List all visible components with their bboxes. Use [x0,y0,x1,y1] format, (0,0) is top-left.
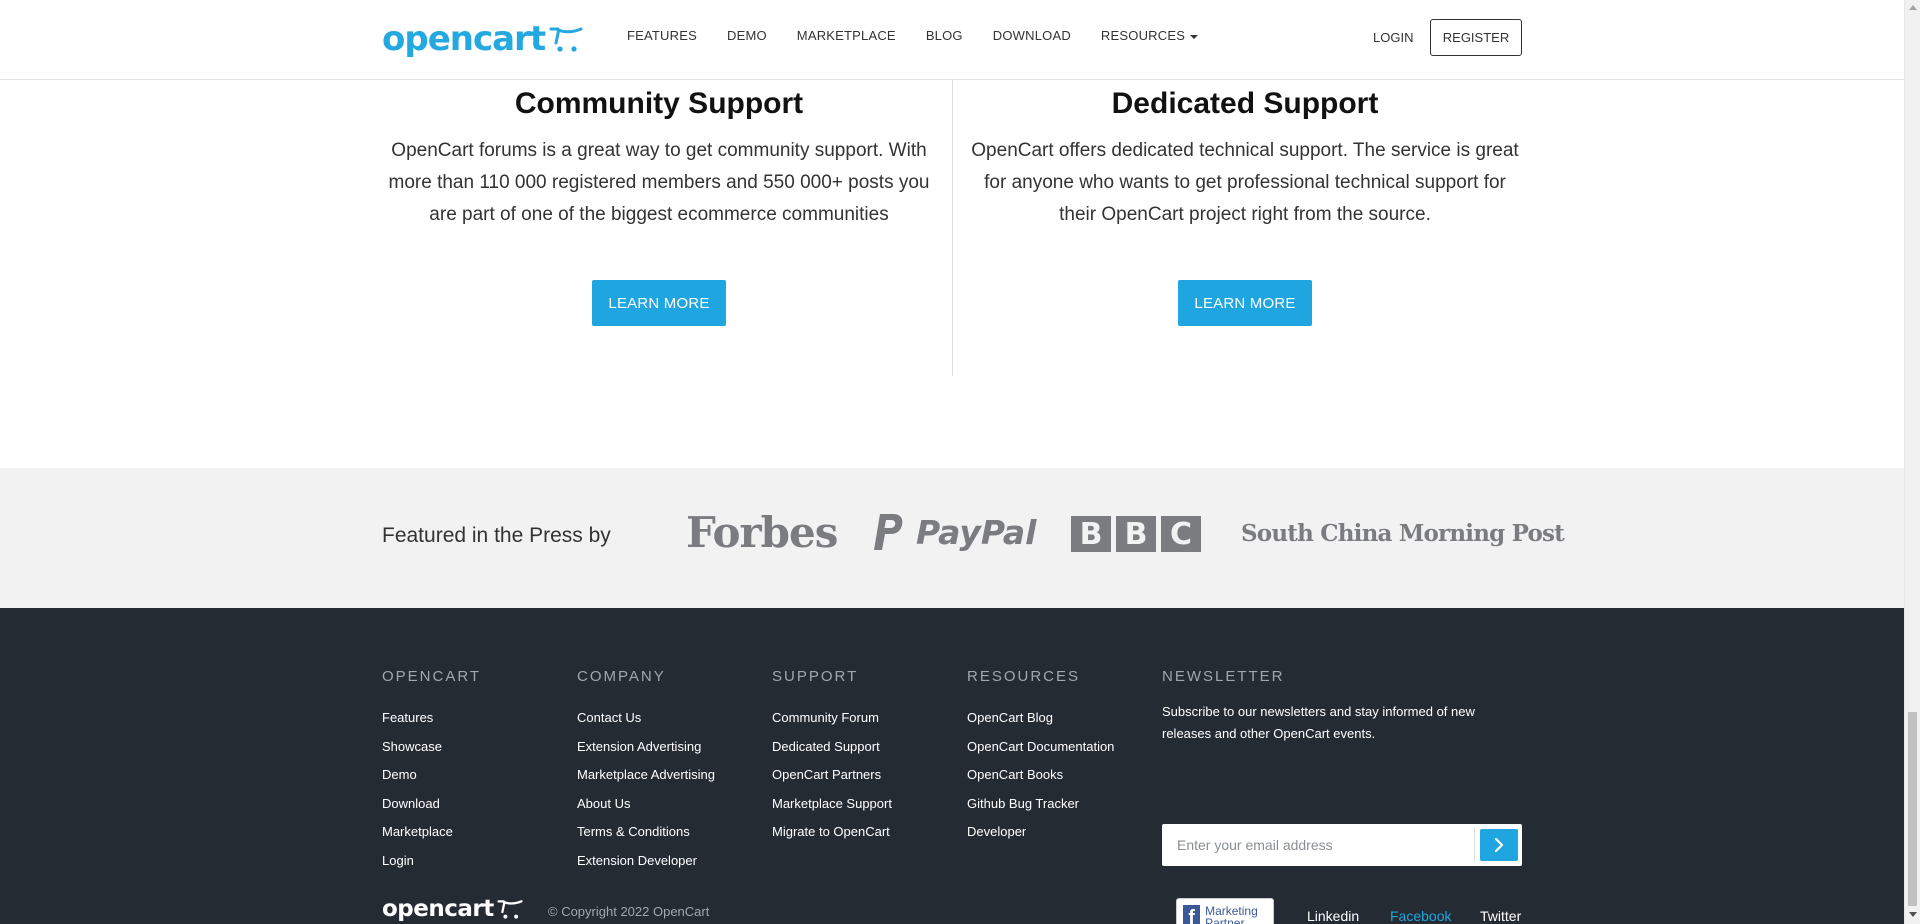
press-label: Featured in the Press by [382,524,611,547]
nav-demo[interactable]: DEMO [727,28,767,43]
paypal-p-icon [874,514,903,550]
footer-heading: SUPPORT [772,668,859,685]
copyright-text: © Copyright 2022 OpenCart [548,904,710,919]
caret-down-icon [1190,34,1199,39]
facebook-link[interactable]: Facebook [1390,908,1451,924]
footer-heading: RESOURCES [967,668,1081,685]
dedicated-support-text: OpenCart offers dedicated technical supp… [971,140,1519,225]
newsletter-form [1162,824,1522,866]
footer-link[interactable]: OpenCart Documentation [967,733,1114,762]
newsletter-input-separator [1474,828,1475,862]
footer-link[interactable]: Dedicated Support [772,733,892,762]
newsletter-description: Subscribe to our newsletters and stay in… [1162,704,1475,741]
footer-link[interactable]: Extension Developer [577,847,715,876]
footer-link[interactable]: Login [382,847,481,876]
bbc-logo: B B C [1071,516,1201,552]
footer-link[interactable]: Developer [967,818,1114,847]
community-support-title: Community Support [514,87,804,120]
community-support-section: Community Support OpenCart forums is a g… [366,80,952,326]
press-section: Featured in the Press by Forbes PayPal B… [0,468,1904,608]
nav-resources-label: RESOURCES [1100,28,1186,43]
nav-download[interactable]: DOWNLOAD [993,28,1071,43]
community-support-text: OpenCart forums is a great way to get co… [388,140,930,225]
footer-col-company: COMPANY Contact Us Extension Advertising… [577,668,715,876]
footer-link[interactable]: Showcase [382,733,481,762]
footer-col-opencart: OPENCART Features Showcase Demo Download… [382,668,481,876]
site-footer: OPENCART Features Showcase Demo Download… [0,608,1904,924]
main-nav: FEATURES DEMO MARKETPLACE BLOG DOWNLOAD … [627,28,1199,43]
footer-link[interactable]: Community Forum [772,704,892,733]
bbc-logo-letter-b1: B [1071,516,1111,552]
footer-link[interactable]: Terms & Conditions [577,818,715,847]
bbc-logo-letter-c: C [1161,516,1201,552]
footer-opencart-logo[interactable]: opencart [382,896,523,922]
dedicated-support-title: Dedicated Support [1111,87,1379,120]
nav-marketplace[interactable]: MARKETPLACE [797,28,896,43]
register-button[interactable]: REGISTER [1430,19,1522,56]
scrollbar-thumb[interactable] [1908,712,1917,906]
footer-link[interactable]: Github Bug Tracker [967,790,1114,819]
paypal-logo: PayPal [872,512,1037,552]
cart-icon [549,27,583,52]
footer-link[interactable]: Migrate to OpenCart [772,818,892,847]
nav-resources-dropdown[interactable]: RESOURCES [1100,28,1199,43]
footer-col-resources: RESOURCES OpenCart Blog OpenCart Documen… [967,668,1114,847]
cart-icon [497,900,523,919]
footer-heading: COMPANY [577,668,666,685]
facebook-icon: f [1183,905,1201,924]
fb-badge-text: Marketing Partner [1205,904,1258,924]
footer-link[interactable]: Marketplace Advertising [577,761,715,790]
footer-link[interactable]: Download [382,790,481,819]
footer-col-support: SUPPORT Community Forum Dedicated Suppor… [772,668,892,847]
footer-link[interactable]: OpenCart Blog [967,704,1114,733]
scroll-up-arrow-icon[interactable] [1909,5,1917,10]
forbes-logo: Forbes [686,508,838,557]
chevron-right-icon [1494,838,1504,852]
footer-link[interactable]: OpenCart Books [967,761,1114,790]
footer-link[interactable]: Marketplace Support [772,790,892,819]
dedicated-support-section: Dedicated Support OpenCart offers dedica… [952,80,1538,326]
footer-col-newsletter: NEWSLETTER Subscribe to our newsletters … [1162,668,1522,866]
top-navbar: opencart FEATURES DEMO MARKETPLACE BLOG … [0,0,1904,80]
linkedin-link[interactable]: Linkedin [1307,908,1359,924]
dedicated-learn-more-button[interactable]: LEARN MORE [1178,280,1312,326]
nav-features[interactable]: FEATURES [627,28,697,43]
footer-link[interactable]: Demo [382,761,481,790]
footer-heading: NEWSLETTER [1162,668,1285,685]
footer-link[interactable]: OpenCart Partners [772,761,892,790]
opencart-logo[interactable]: opencart [382,20,583,58]
twitter-link[interactable]: Twitter [1480,908,1521,924]
bbc-logo-letter-b2: B [1116,516,1156,552]
scmp-logo: South China Morning Post [1241,520,1565,547]
footer-link[interactable]: Features [382,704,481,733]
footer-link[interactable]: Extension Advertising [577,733,715,762]
paypal-logo-text: PayPal [916,512,1037,552]
footer-link[interactable]: About Us [577,790,715,819]
facebook-marketing-partner-badge[interactable]: f Marketing Partner [1176,898,1274,924]
nav-blog[interactable]: BLOG [926,28,963,43]
footer-heading: OPENCART [382,668,482,685]
login-link[interactable]: LOGIN [1373,30,1413,45]
community-learn-more-button[interactable]: LEARN MORE [592,280,726,326]
scroll-down-arrow-icon[interactable] [1909,912,1917,917]
newsletter-submit-button[interactable] [1480,829,1518,861]
footer-link[interactable]: Contact Us [577,704,715,733]
page-scrollbar[interactable] [1904,0,1920,924]
footer-link[interactable]: Marketplace [382,818,481,847]
newsletter-email-input[interactable] [1162,824,1474,866]
